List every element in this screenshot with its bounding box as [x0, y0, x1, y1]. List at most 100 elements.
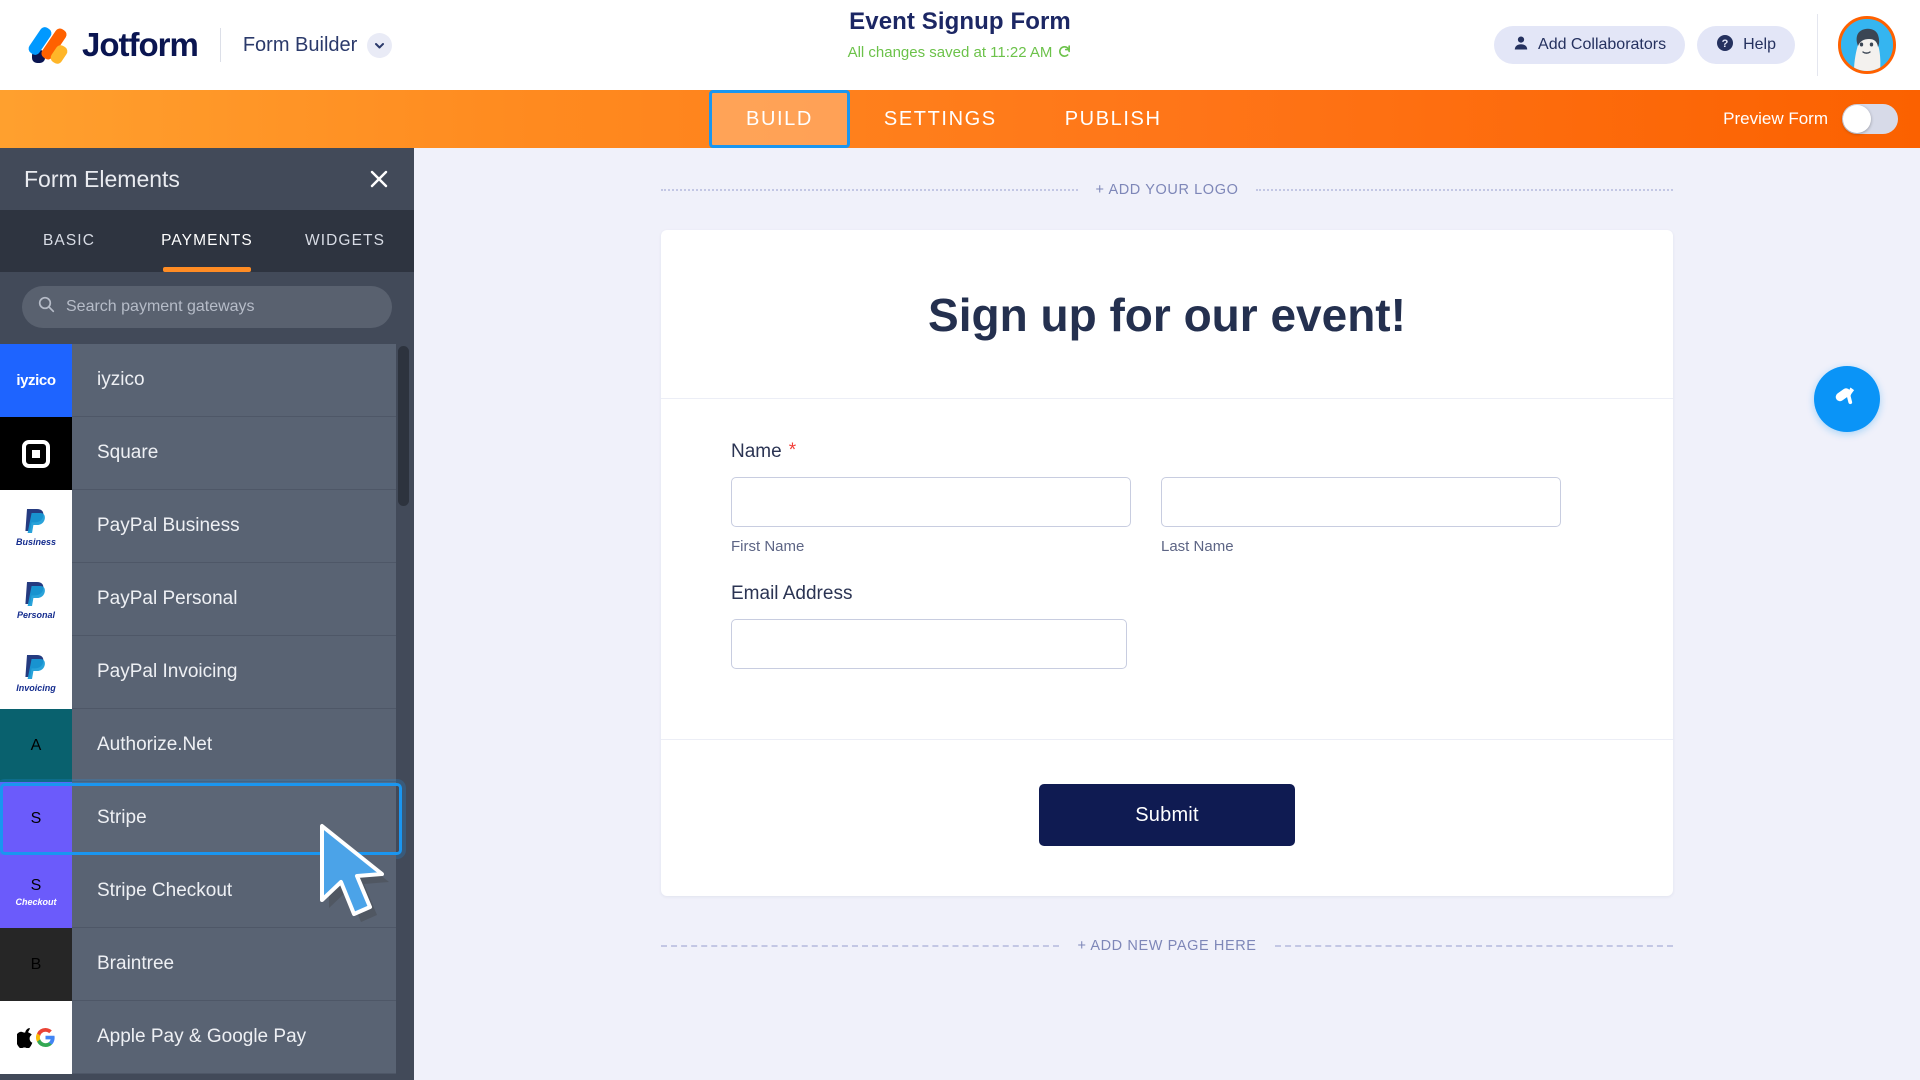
paint-roller-icon	[1830, 380, 1864, 419]
gateway-row[interactable]: S Stripe	[0, 782, 414, 855]
gateway-logo-text: iyzico	[16, 372, 56, 389]
gateway-logo	[0, 1001, 72, 1074]
avatar[interactable]	[1838, 16, 1896, 74]
add-collaborators-button[interactable]: Add Collaborators	[1494, 26, 1686, 64]
tab-publish[interactable]: PUBLISH	[1031, 90, 1196, 148]
field-label-email-text: Email Address	[731, 583, 853, 604]
gateway-label: Braintree	[72, 928, 396, 1001]
gateway-logo: S	[0, 782, 72, 855]
preview-form-toggle[interactable]: Preview Form	[1723, 90, 1898, 148]
gateway-logo-text: S	[30, 809, 42, 827]
form-card: Sign up for our event! Name * First Name	[661, 230, 1673, 896]
add-page-row[interactable]: + ADD NEW PAGE HERE	[661, 938, 1674, 954]
add-logo-label[interactable]: + ADD YOUR LOGO	[1078, 182, 1257, 198]
email-group	[731, 619, 1127, 669]
gateway-row[interactable]: B Braintree	[0, 928, 414, 1001]
form-body: Name * First Name Last Name Email Addres…	[661, 399, 1673, 715]
svg-text:?: ?	[1722, 38, 1729, 50]
add-page-label[interactable]: + ADD NEW PAGE HERE	[1059, 938, 1274, 954]
panel-scrollbar-thumb[interactable]	[398, 346, 409, 506]
gateway-row[interactable]: Personal PayPal Personal	[0, 563, 414, 636]
brand-area[interactable]: Jotform Form Builder	[0, 25, 393, 66]
undo-icon[interactable]	[1057, 43, 1072, 62]
last-name-group: Last Name	[1161, 477, 1561, 555]
submit-zone: Submit	[661, 739, 1673, 896]
last-name-sublabel: Last Name	[1161, 538, 1234, 555]
add-logo-line-left	[661, 189, 1078, 191]
chevron-down-icon[interactable]	[367, 32, 393, 58]
name-subfields: First Name Last Name	[731, 477, 1603, 555]
add-logo-row[interactable]: + ADD YOUR LOGO	[661, 148, 1673, 198]
tab-payments[interactable]: PAYMENTS	[138, 210, 276, 272]
field-label-name-text: Name	[731, 441, 782, 462]
form-heading[interactable]: Sign up for our event!	[661, 230, 1673, 399]
close-icon[interactable]	[368, 168, 390, 190]
gateway-logo: A	[0, 709, 72, 782]
tab-basic[interactable]: BASIC	[0, 210, 138, 272]
gateway-logo-text: B	[30, 955, 42, 973]
first-name-input[interactable]	[731, 477, 1131, 527]
search-box[interactable]	[22, 286, 392, 328]
field-email[interactable]: Email Address	[731, 583, 1603, 669]
paypal-logo-icon	[25, 508, 45, 533]
preview-form-label: Preview Form	[1723, 109, 1828, 128]
required-asterisk: *	[788, 440, 797, 461]
gateway-label: PayPal Personal	[72, 563, 396, 636]
gateway-label: Apple Pay & Google Pay	[72, 1001, 396, 1074]
gateway-row[interactable]: Square	[0, 417, 414, 490]
header-divider	[219, 28, 221, 62]
gateway-row[interactable]: iyzico iyzico	[0, 344, 414, 417]
gateway-logo-sublabel: Personal	[16, 609, 56, 620]
person-icon	[1513, 35, 1529, 56]
tab-build[interactable]: BUILD	[709, 90, 850, 148]
email-field[interactable]	[731, 619, 1127, 669]
field-label-name: Name *	[731, 441, 1603, 463]
add-page-line-left	[661, 945, 1060, 947]
gateway-logo: iyzico	[0, 344, 72, 417]
gateway-logo: Business	[0, 490, 72, 563]
gateway-logo: Personal	[0, 563, 72, 636]
last-name-input[interactable]	[1161, 477, 1561, 527]
gateway-logo	[0, 417, 72, 490]
panel-title: Form Elements	[24, 165, 180, 192]
gateway-logo-sublabel: Checkout	[15, 896, 57, 907]
gateway-row[interactable]: Apple Pay & Google Pay	[0, 1001, 414, 1074]
save-status[interactable]: All changes saved at 11:22 AM	[848, 43, 1073, 62]
panel-tabs: BASIC PAYMENTS WIDGETS	[0, 210, 414, 272]
help-button[interactable]: ? Help	[1697, 26, 1795, 64]
add-collaborators-label: Add Collaborators	[1538, 36, 1667, 53]
field-name[interactable]: Name * First Name Last Name	[731, 441, 1603, 555]
first-name-group: First Name	[731, 477, 1131, 555]
gateway-row[interactable]: Invoicing PayPal Invoicing	[0, 636, 414, 709]
builder-navbar: BUILD SETTINGS PUBLISH Preview Form	[0, 90, 1920, 148]
gateway-row[interactable]: Business PayPal Business	[0, 490, 414, 563]
panel-header: Form Elements	[0, 148, 414, 210]
gateway-logo-sublabel: Invoicing	[16, 682, 56, 693]
preview-toggle-switch[interactable]	[1842, 104, 1898, 134]
add-page-line-right	[1274, 945, 1674, 947]
payment-gateway-list[interactable]: iyzico iyzico Square Business PayPal Busines…	[0, 344, 414, 1080]
top-header: Jotform Form Builder Event Signup Form A…	[0, 0, 1920, 90]
gateway-label: Authorize.Net	[72, 709, 396, 782]
search-input[interactable]	[66, 298, 376, 316]
submit-button[interactable]: Submit	[1039, 784, 1295, 846]
first-name-sublabel: First Name	[731, 538, 805, 555]
gateway-label: PayPal Invoicing	[72, 636, 396, 709]
tab-settings[interactable]: SETTINGS	[850, 90, 1031, 148]
jotform-form-builder: Jotform Form Builder Event Signup Form A…	[0, 0, 1920, 1080]
brand-name: Jotform	[82, 26, 199, 63]
gateway-logo: Invoicing	[0, 636, 72, 709]
form-elements-panel: Form Elements BASIC PAYMENTS WIDGETS iyz…	[0, 148, 414, 1080]
form-canvas: + ADD YOUR LOGO Sign up for our event! N…	[414, 148, 1920, 1080]
form-designer-button[interactable]	[1814, 366, 1880, 432]
square-logo-icon	[22, 439, 50, 468]
gateway-logo: B	[0, 928, 72, 1001]
gateway-label: iyzico	[72, 344, 396, 417]
gateway-label: Square	[72, 417, 396, 490]
jotform-logo-icon	[26, 25, 70, 66]
add-logo-line-right	[1256, 189, 1673, 191]
gateway-row[interactable]: A Authorize.Net	[0, 709, 414, 782]
panel-scrollbar[interactable]	[398, 344, 409, 1080]
tab-widgets[interactable]: WIDGETS	[276, 210, 414, 272]
gateway-row[interactable]: S Checkout Stripe Checkout	[0, 855, 414, 928]
